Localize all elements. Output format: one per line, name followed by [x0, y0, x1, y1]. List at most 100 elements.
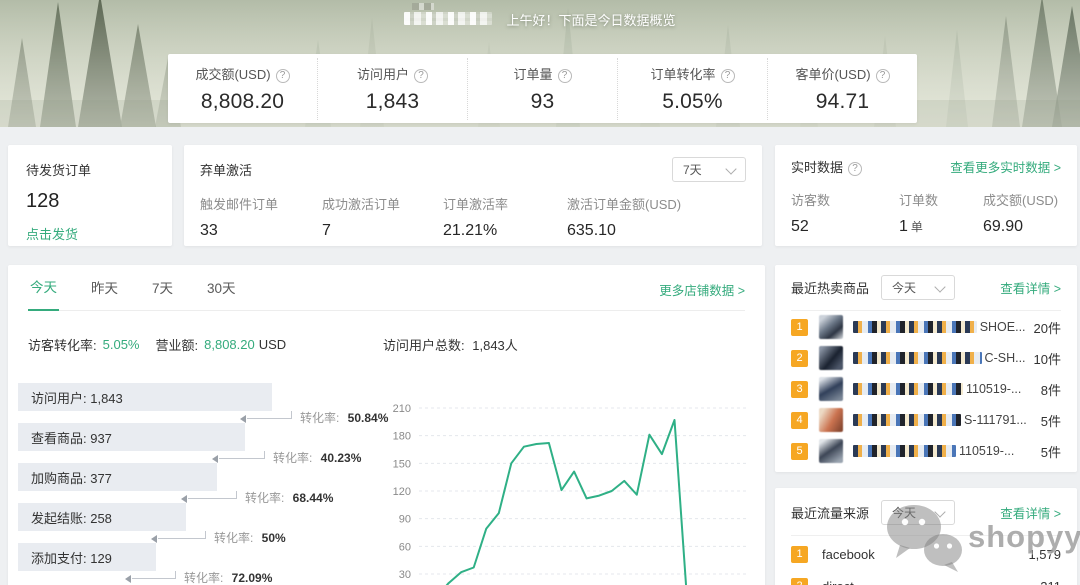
visitor-conversion-value: 5.05% — [103, 337, 140, 352]
product-name-masked: S-111791... — [853, 413, 1033, 427]
funnel-chart: 访问用户: 1,843转化率: 50.84%查看商品: 937转化率: 40.2… — [18, 383, 378, 583]
more-realtime-link[interactable]: 查看更多实时数据 > — [950, 157, 1061, 176]
product-row[interactable]: 1 SHOE... 20件 — [791, 312, 1061, 342]
funnel-stage: 添加支付: 129 — [18, 543, 156, 571]
funnel-conversion: 转化率: 72.09% — [18, 571, 378, 583]
traffic-row: 2 direct 211 — [791, 573, 1061, 585]
stat-label: 客单价(USD) — [795, 67, 870, 82]
abandoned-cart-card: 弃单激活 7天 触发邮件订单 33 成功激活订单 7 订单激活率 21.21% … — [184, 145, 762, 246]
rank-badge: 2 — [791, 350, 808, 367]
traffic-period-select[interactable]: 今天 — [881, 500, 955, 525]
rank-badge: 4 — [791, 412, 808, 429]
svg-text:180: 180 — [393, 431, 411, 443]
overview-stats-card: 成交额(USD) 8,808.20 访问用户 1,843 订单量 93 订单转化… — [168, 54, 917, 123]
conversion-rate-label: 转化率: 50.84% — [300, 409, 388, 426]
ship-now-link[interactable]: 点击发货 — [26, 224, 154, 243]
rank-badge: 1 — [791, 319, 808, 336]
traffic-source-count: 1,579 — [1028, 547, 1061, 562]
svg-text:30: 30 — [399, 569, 411, 581]
stat-value: 1,843 — [318, 90, 467, 114]
stat-value: 93 — [468, 90, 617, 114]
traffic-row: 1 facebook 1,579 — [791, 541, 1061, 568]
visits-chart-title: 访问用户总数: 1,843人 — [383, 335, 518, 354]
stat-value: 8,808.20 — [168, 90, 317, 114]
help-icon[interactable] — [876, 69, 890, 83]
product-name-masked: SHOE... — [853, 320, 1026, 334]
stat-aov: 客单价(USD) 94.71 — [767, 58, 917, 120]
abandoned-cart-title: 弃单激活 — [200, 160, 252, 179]
traffic-details-link[interactable]: 查看详情 > — [1000, 503, 1061, 522]
hot-products-title: 最近热卖商品 — [791, 278, 869, 297]
rank-badge: 5 — [791, 443, 808, 460]
conversion-rate-label: 转化率: 68.44% — [245, 489, 333, 506]
visitor-conversion-label: 访客转化率: — [28, 335, 97, 354]
svg-text:90: 90 — [399, 514, 411, 526]
product-qty: 20件 — [1034, 318, 1061, 337]
abandoned-period-select[interactable]: 7天 — [672, 157, 746, 182]
product-row[interactable]: 2 C-SH... 10件 — [791, 343, 1061, 373]
funnel-connector — [247, 411, 292, 419]
product-name-masked: 110519-... — [853, 382, 1033, 396]
dashboard: 上午好！下面是今日数据概览 成交额(USD) 8,808.20 访问用户 1,8… — [0, 0, 1080, 585]
abandoned-stat-amount: 激活订单金额(USD) 635.10 — [567, 194, 746, 240]
tab-today[interactable]: 今天 — [28, 276, 59, 311]
product-row[interactable]: 3 110519-... 8件 — [791, 374, 1061, 404]
funnel-connector — [132, 571, 176, 579]
funnel-conversion: 转化率: 40.23% — [18, 451, 378, 463]
svg-text:120: 120 — [393, 486, 411, 498]
rank-badge: 2 — [791, 578, 808, 585]
product-qty: 5件 — [1041, 411, 1061, 430]
funnel-stage: 访问用户: 1,843 — [18, 383, 272, 411]
product-name-masked: C-SH... — [853, 351, 1026, 365]
stat-gmv: 成交额(USD) 8,808.20 — [168, 58, 317, 120]
funnel-conversion: 转化率: 50.84% — [18, 411, 378, 423]
product-qty: 10件 — [1034, 349, 1061, 368]
product-thumbnail — [819, 408, 843, 432]
product-qty: 5件 — [1041, 442, 1061, 461]
abandoned-stat-triggered: 触发邮件订单 33 — [200, 194, 322, 240]
traffic-source-count: 211 — [1040, 579, 1061, 585]
help-icon[interactable] — [558, 69, 572, 83]
stat-value: 94.71 — [768, 90, 917, 114]
help-icon[interactable] — [414, 69, 428, 83]
funnel-connector — [188, 491, 237, 499]
tab-7days[interactable]: 7天 — [150, 277, 175, 310]
traffic-source-name: direct — [822, 579, 1040, 585]
stat-visitors: 访问用户 1,843 — [317, 58, 467, 120]
stat-label: 成交额(USD) — [195, 67, 270, 82]
pending-orders-card: 待发货订单 128 点击发货 — [8, 145, 172, 246]
hot-products-period-select[interactable]: 今天 — [881, 275, 955, 300]
selected-period: 今天 — [892, 279, 916, 296]
help-icon[interactable] — [721, 69, 735, 83]
panel-metrics: 访客转化率: 5.05% 营业额: 8,808.20 USD — [28, 335, 383, 354]
product-thumbnail — [819, 377, 843, 401]
revenue-unit: USD — [259, 337, 286, 352]
more-store-data-link[interactable]: 更多店铺数据 > — [659, 280, 745, 299]
hot-products-details-link[interactable]: 查看详情 > — [1000, 278, 1061, 297]
funnel-conversion: 转化率: 50% — [18, 531, 378, 543]
funnel-connector — [219, 451, 265, 459]
realtime-stat-visitors: 访客数 52 — [791, 190, 899, 236]
pending-orders-title: 待发货订单 — [26, 160, 154, 179]
store-data-panel: 今天 昨天 7天 30天 更多店铺数据 > 访客转化率: 5.05% 营业额: … — [8, 265, 765, 585]
help-icon[interactable] — [276, 69, 290, 83]
selected-period: 今天 — [892, 504, 916, 521]
revenue-label: 营业额: — [156, 335, 199, 354]
tab-yesterday[interactable]: 昨天 — [89, 277, 120, 310]
realtime-stat-orders: 订单数 1单 — [899, 190, 983, 236]
help-icon[interactable] — [848, 162, 862, 176]
stat-label: 订单量 — [513, 67, 552, 82]
tab-30days[interactable]: 30天 — [205, 277, 238, 310]
masked-watermark-fragment — [412, 3, 434, 10]
stat-label: 访问用户 — [357, 67, 409, 82]
hot-products-panel: 最近热卖商品 今天 查看详情 > 1 SHOE... 20件 2 C-SH...… — [775, 265, 1077, 472]
svg-text:210: 210 — [393, 403, 411, 415]
svg-text:150: 150 — [393, 458, 411, 470]
funnel-stage: 查看商品: 937 — [18, 423, 245, 451]
greeting-text: 上午好！下面是今日数据概览 — [506, 10, 675, 29]
product-row[interactable]: 4 S-111791... 5件 — [791, 405, 1061, 435]
product-row[interactable]: 5 110519-... 5件 — [791, 436, 1061, 466]
abandoned-stat-recovered: 成功激活订单 7 — [322, 194, 443, 240]
product-thumbnail — [819, 315, 843, 339]
product-thumbnail — [819, 346, 843, 370]
